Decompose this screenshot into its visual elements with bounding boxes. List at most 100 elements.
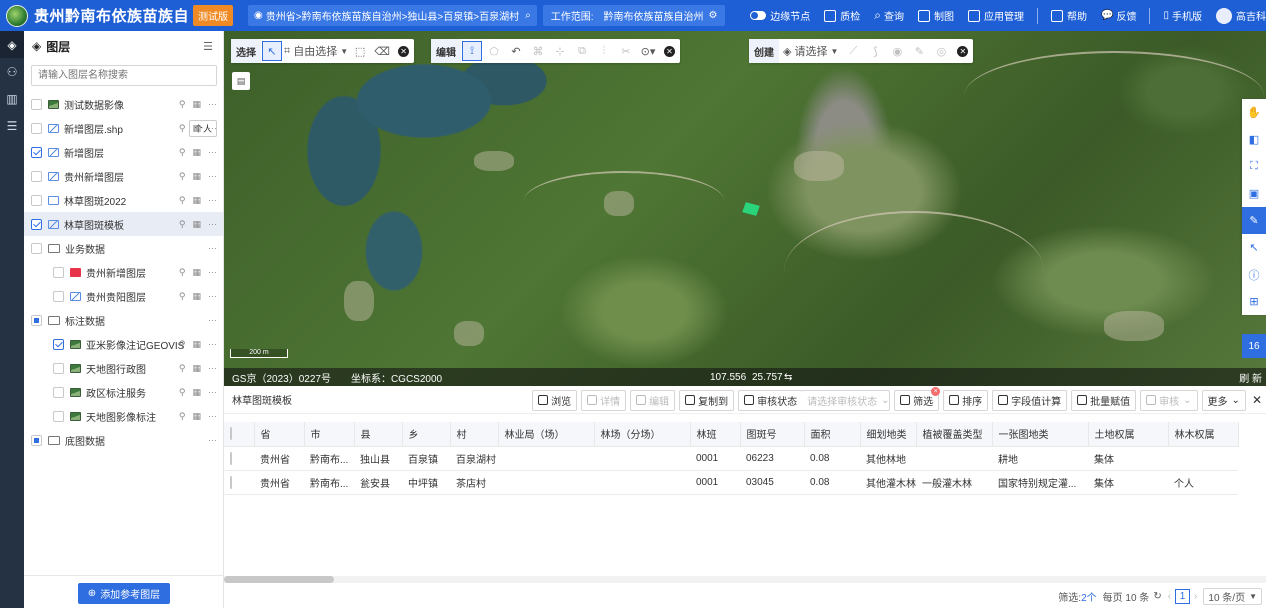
layer-checkbox[interactable]	[53, 362, 64, 374]
draw-point-icon[interactable]: ◉	[887, 41, 907, 61]
layer-row[interactable]: 亚米影像注记GEOVIS ⚲ ▦ ···	[24, 332, 223, 356]
vertex-edit-icon[interactable]: ⟟	[462, 41, 482, 61]
more-icon[interactable]: ···	[208, 243, 217, 253]
page-size-select[interactable]: 10 条/页 ▼	[1203, 588, 1262, 605]
review-button[interactable]: 审核 ⌄	[1140, 389, 1198, 411]
edge-node-toggle[interactable]: 边缘节点	[750, 8, 810, 23]
selected-polygon[interactable]	[742, 202, 760, 216]
scroll-thumb[interactable]	[224, 576, 334, 583]
next-page-icon[interactable]: ›	[1194, 591, 1197, 602]
layer-row[interactable]: 林草图斑2022 ⚲ ▦ ···	[24, 188, 223, 212]
search-icon[interactable]: ⌕	[525, 10, 531, 21]
fullscreen-icon[interactable]: ⛶	[1242, 153, 1266, 180]
more-icon[interactable]: ···	[208, 99, 217, 109]
column-header[interactable]: 村	[450, 422, 499, 447]
add-reference-layer-button[interactable]: ⊕ 添加参考图层	[78, 583, 170, 604]
hand-pan-icon[interactable]: ✋	[1242, 99, 1266, 126]
field-calc-button[interactable]: 字段值计算	[992, 389, 1068, 411]
column-header[interactable]: 林木权属	[1168, 422, 1239, 447]
locate-icon[interactable]: ⚲	[179, 171, 186, 182]
table-icon[interactable]: ▦	[192, 99, 201, 110]
rect-select-icon[interactable]: ⬚	[350, 41, 370, 61]
locate-icon[interactable]: ⚲	[179, 99, 186, 110]
table-icon[interactable]: ▦	[192, 267, 201, 278]
work-scope-selector[interactable]: 工作范围: 黔南布依族苗族自治州 ⚙	[542, 5, 726, 26]
column-header[interactable]: 市	[304, 422, 355, 447]
help-button[interactable]: 帮助	[1051, 8, 1087, 23]
layer-checkbox[interactable]	[53, 386, 64, 398]
layer-group-row[interactable]: 标注数据 ···	[24, 308, 223, 332]
locate-icon[interactable]: ⚲	[179, 219, 186, 230]
column-header[interactable]: 图斑号	[740, 422, 805, 447]
settings-icon[interactable]: ⚙	[709, 10, 718, 21]
polygon-icon[interactable]: ⬠	[484, 41, 504, 61]
people-nav-icon[interactable]: ⚇	[0, 58, 24, 85]
split-screen-icon[interactable]: ◧	[1242, 126, 1266, 153]
menu-query[interactable]: ⌕ 查询	[874, 8, 904, 23]
layer-row[interactable]: 政区标注服务 ⚲ ▦ ···	[24, 380, 223, 404]
table-icon[interactable]: ▦	[192, 411, 201, 422]
edit-button[interactable]: 编辑	[630, 389, 676, 411]
page-number[interactable]: 1	[1175, 589, 1191, 604]
column-header[interactable]: 乡	[402, 422, 451, 447]
more-icon[interactable]: ···	[208, 387, 217, 397]
locate-icon[interactable]: ⚲	[179, 411, 186, 422]
chart-nav-icon[interactable]: ▥	[0, 85, 24, 112]
layer-checkbox[interactable]	[53, 266, 64, 278]
layer-stack-icon[interactable]: ◈ 请选择 ▼	[780, 41, 841, 61]
layer-checkbox[interactable]	[53, 290, 64, 302]
pointer-select-icon[interactable]: ↖	[262, 41, 282, 61]
split-icon[interactable]: ⊹	[550, 41, 570, 61]
locate-icon[interactable]: ⚲	[179, 147, 186, 158]
locate-icon[interactable]: ⚲	[179, 387, 186, 398]
bookmark-icon[interactable]: ▣	[1242, 180, 1266, 207]
layer-row[interactable]: 新增图层 ⚲ ▦ ···	[24, 140, 223, 164]
menu-quality-check[interactable]: 质检	[824, 8, 860, 23]
column-header[interactable]: 林场（分场）	[594, 422, 691, 447]
locate-icon[interactable]: ⚲	[179, 291, 186, 302]
refresh-text[interactable]: 刷 新	[1239, 370, 1262, 385]
layer-checkbox[interactable]	[31, 146, 42, 158]
layer-group-row[interactable]: 底图数据 ···	[24, 428, 223, 452]
layer-row[interactable]: 天地图行政图 ⚲ ▦ ···	[24, 356, 223, 380]
row-checkbox[interactable]	[230, 451, 232, 465]
more-icon[interactable]: ···	[208, 267, 217, 277]
layer-checkbox[interactable]	[31, 194, 42, 206]
locate-icon[interactable]: ⚲	[179, 267, 186, 278]
region-selector[interactable]: ◉ 贵州省>黔南布依族苗族自治州>独山县>百泉镇>百泉湖村 ⌕	[248, 5, 537, 26]
prev-page-icon[interactable]: ‹	[1168, 591, 1171, 602]
row-checkbox[interactable]	[230, 475, 232, 489]
layer-search-input[interactable]	[31, 65, 217, 86]
notification-badge[interactable]: 16	[1242, 334, 1266, 358]
draw-curve-icon[interactable]: ⟆	[865, 41, 885, 61]
map-view[interactable]: 选择 ↖ ⌗ 自由选择 ▼ ⬚ ⌫ ✕ 编辑 ⟟ ⬠ ↶ ⌘ ⊹ ⧉ ⫶ ✂ ⊙…	[224, 31, 1266, 386]
column-header[interactable]: 林业局（场）	[498, 422, 595, 447]
user-menu[interactable]: 高吉科	[1216, 7, 1266, 24]
target-icon[interactable]: ◎	[931, 41, 951, 61]
close-icon[interactable]: ✕	[664, 45, 675, 57]
layer-checkbox[interactable]	[31, 242, 42, 254]
table-icon[interactable]: ▦	[192, 219, 201, 230]
layers-nav-icon[interactable]: ◈	[0, 31, 24, 58]
filter-badge[interactable]: ×	[931, 386, 941, 396]
feedback-button[interactable]: 💬 反馈	[1101, 8, 1136, 23]
locate-icon[interactable]: ⚲	[179, 195, 186, 206]
more-button[interactable]: 更多 ⌄	[1201, 389, 1246, 411]
layer-row[interactable]: 测试数据影像 ⚲ ▦ ···	[24, 92, 223, 116]
more-icon[interactable]: ···	[208, 147, 217, 157]
review-status-select[interactable]: 请选择审核状态 ⌄	[802, 389, 891, 411]
undo-icon[interactable]: ↶	[506, 41, 526, 61]
message-icon[interactable]: ▤	[232, 72, 250, 90]
more-icon[interactable]: ···	[208, 363, 217, 373]
collapse-icon[interactable]: ☰	[203, 40, 213, 53]
reshape-icon[interactable]: ⌘	[528, 41, 548, 61]
table-icon[interactable]: ▦	[192, 291, 201, 302]
browse-button[interactable]: 浏览	[532, 389, 578, 411]
more-icon[interactable]: ···	[208, 219, 217, 229]
more-icon[interactable]: ···	[208, 315, 217, 325]
more-icon[interactable]: ⊙▾	[638, 41, 658, 61]
more-icon[interactable]: ···	[208, 171, 217, 181]
table-icon[interactable]: ▦	[192, 363, 201, 374]
widgets-icon[interactable]: ⊞	[1242, 288, 1266, 315]
layer-checkbox[interactable]	[31, 434, 42, 446]
